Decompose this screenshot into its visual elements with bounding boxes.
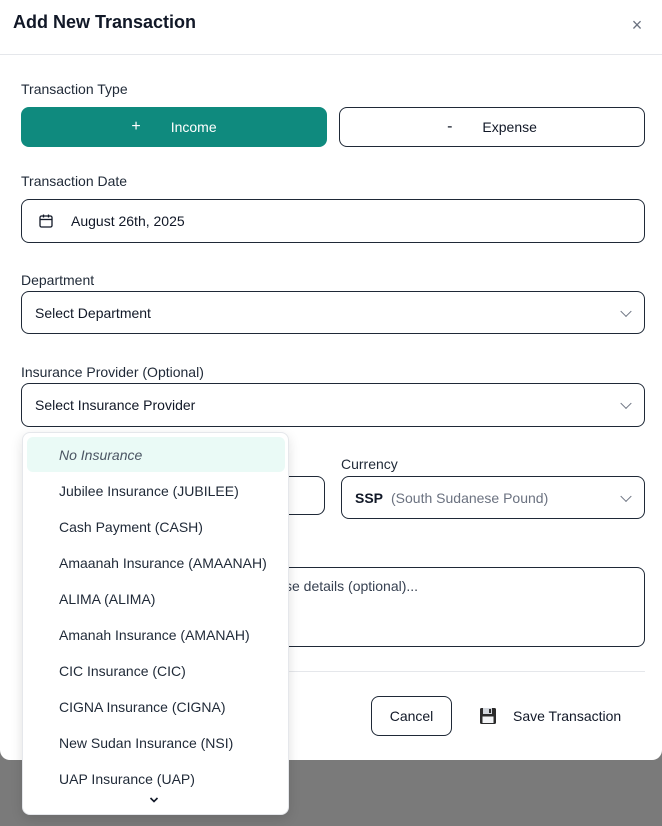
transaction-date-picker[interactable]: August 26th, 2025 — [21, 199, 645, 243]
insurance-provider-dropdown[interactable]: No Insurance Jubilee Insurance (JUBILEE)… — [22, 432, 289, 815]
insurance-option[interactable]: Cash Payment (CASH) — [27, 509, 285, 544]
insurance-provider-placeholder: Select Insurance Provider — [35, 397, 196, 413]
modal-header: Add New Transaction × — [0, 0, 662, 55]
save-label: Save Transaction — [513, 708, 622, 724]
chevron-down-icon — [620, 397, 632, 410]
description-placeholder: se details (optional)... — [285, 578, 419, 594]
insurance-provider-select[interactable]: Select Insurance Provider — [21, 383, 645, 427]
expense-button[interactable]: - Expense — [339, 107, 645, 147]
footer-divider — [289, 671, 645, 672]
department-placeholder: Select Department — [35, 304, 151, 321]
plus-icon: + — [131, 118, 141, 135]
currency-code: SSP — [355, 489, 384, 506]
save-transaction-button[interactable]: Save Transaction — [466, 696, 644, 736]
close-icon: × — [631, 14, 643, 35]
department-select[interactable]: Select Department — [21, 291, 645, 334]
modal-title: Add New Transaction — [13, 12, 197, 32]
floppy-disk-icon — [480, 708, 496, 724]
cancel-label: Cancel — [389, 708, 434, 724]
insurance-option[interactable]: Amaanah Insurance (AMAANAH) — [27, 545, 285, 580]
amount-input[interactable] — [285, 476, 325, 515]
income-button[interactable]: + Income — [21, 107, 327, 147]
currency-name: (South Sudanese Pound) — [391, 489, 549, 506]
transaction-date-label: Transaction Date — [21, 173, 128, 189]
currency-select[interactable]: SSP (South Sudanese Pound) — [341, 476, 645, 519]
insurance-option[interactable]: CIC Insurance (CIC) — [27, 653, 285, 688]
chevron-down-icon — [620, 490, 632, 502]
calendar-icon — [39, 214, 53, 228]
insurance-option[interactable]: No Insurance — [27, 437, 285, 472]
currency-label: Currency — [341, 456, 398, 472]
transaction-type-label: Transaction Type — [21, 81, 128, 97]
insurance-provider-label: Insurance Provider (Optional) — [21, 364, 204, 380]
minus-icon: - — [447, 118, 453, 135]
expense-label: Expense — [482, 119, 537, 135]
department-label: Department — [21, 272, 95, 288]
chevron-down-icon[interactable] — [149, 795, 159, 805]
close-button[interactable]: × — [626, 14, 648, 36]
insurance-option[interactable]: New Sudan Insurance (NSI) — [27, 725, 285, 760]
transaction-date-value: August 26th, 2025 — [71, 213, 185, 229]
income-label: Income — [170, 119, 217, 135]
cancel-button[interactable]: Cancel — [371, 696, 452, 736]
insurance-option[interactable]: Jubilee Insurance (JUBILEE) — [27, 473, 285, 508]
insurance-option[interactable]: ALIMA (ALIMA) — [27, 581, 285, 616]
insurance-option[interactable]: UAP Insurance (UAP) — [27, 761, 285, 796]
description-textarea[interactable]: se details (optional)... — [285, 567, 645, 647]
chevron-down-icon — [620, 305, 632, 317]
insurance-option[interactable]: Amanah Insurance (AMANAH) — [27, 617, 285, 652]
insurance-option[interactable]: CIGNA Insurance (CIGNA) — [27, 689, 285, 724]
